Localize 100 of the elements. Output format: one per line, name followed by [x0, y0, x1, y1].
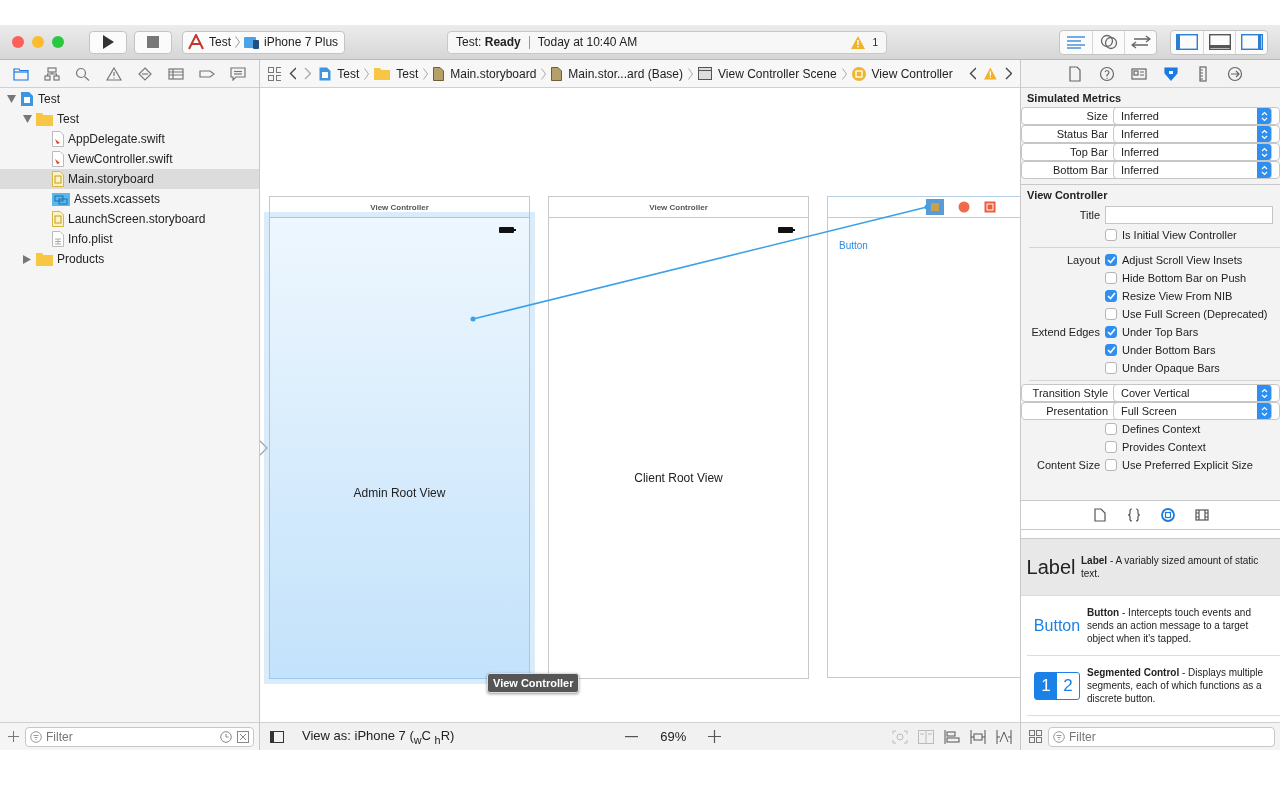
file-tree-item[interactable]: Products — [0, 249, 259, 269]
file-tree-item[interactable]: ViewController.swift — [0, 149, 259, 169]
field-label: Layout — [1066, 254, 1100, 266]
checkbox[interactable]: Under Opaque Bars — [1105, 362, 1220, 374]
zoom-out-icon[interactable] — [625, 735, 639, 738]
popup-button[interactable]: Inferred — [1113, 126, 1272, 142]
checkbox[interactable]: Is Initial View Controller — [1105, 229, 1237, 241]
exit-icon[interactable] — [984, 201, 996, 213]
pin-icon[interactable] — [970, 729, 986, 744]
text-field[interactable] — [1105, 206, 1273, 224]
file-icon — [1092, 508, 1107, 522]
play-icon — [101, 34, 115, 50]
close-button[interactable] — [12, 36, 24, 48]
disclosure-triangle-icon[interactable] — [6, 95, 16, 103]
segmented-control-preview: 1 2 — [1034, 671, 1080, 700]
navigator-tab[interactable] — [42, 64, 63, 83]
storyboard-file-icon — [52, 171, 64, 187]
popup-button[interactable]: Inferred — [1113, 108, 1272, 124]
next-issue-icon[interactable] — [1004, 67, 1012, 80]
stop-button[interactable] — [134, 30, 172, 54]
scene-icon — [698, 67, 713, 80]
library-tab[interactable] — [1192, 506, 1211, 524]
resolve-icon[interactable] — [996, 729, 1012, 744]
cube-icon[interactable] — [958, 201, 970, 213]
jump-bar-item[interactable]: View Controller — [851, 66, 953, 81]
library-description: Segmented Control - Displays multiple segments, each of which functions as a discrete button. — [1087, 666, 1265, 705]
popup-button[interactable]: Full Screen — [1113, 403, 1272, 419]
outline-toggle-icon[interactable] — [270, 730, 284, 743]
checkbox[interactable]: Adjust Scroll View Insets — [1105, 254, 1243, 266]
related-items-icon[interactable] — [268, 66, 281, 81]
filter-field[interactable]: Filter — [25, 726, 254, 747]
stepper-arrows-icon — [1260, 405, 1268, 417]
library-item[interactable]: Label Label - A variably sized amount of static text. — [1021, 538, 1280, 596]
scene[interactable]: View Controller Client Root View — [548, 196, 809, 679]
library-tab[interactable] — [1158, 506, 1177, 524]
project-icon — [319, 66, 332, 81]
checkbox[interactable]: Provides Context — [1105, 441, 1206, 453]
field-label: Title — [1079, 209, 1100, 221]
folder-icon — [36, 252, 53, 266]
disclosure-triangle-icon[interactable] — [23, 254, 31, 264]
field-label: Presentation — [1046, 405, 1108, 417]
checkbox[interactable]: Defines Context — [1105, 423, 1201, 435]
checkbox[interactable]: Under Bottom Bars — [1105, 344, 1216, 356]
file-tree-item[interactable]: AppDelegate.swift — [0, 129, 259, 149]
checkbox[interactable]: Use Full Screen (Deprecated) — [1105, 308, 1268, 320]
checkbox[interactable]: Resize View From NIB — [1105, 290, 1233, 302]
library-item[interactable]: Button Button - Intercepts touch events and sends an action message to a target object when it's tapped. — [1027, 596, 1280, 656]
view-controller-icon — [851, 66, 866, 81]
popup-button[interactable]: Inferred — [1113, 162, 1272, 178]
checkbox[interactable]: Under Top Bars — [1105, 326, 1199, 338]
forward-icon[interactable] — [304, 67, 312, 80]
view-as-label[interactable]: View as: iPhone 7 ($_{w}$C $_{h}$R) — [302, 727, 455, 746]
file-tree-item[interactable]: LaunchScreen.storyboard — [0, 209, 259, 229]
scene[interactable]: Button — [827, 196, 1020, 678]
checkbox[interactable]: Use Preferred Explicit Size — [1105, 459, 1253, 471]
file-tree-item[interactable]: Test — [0, 109, 259, 129]
align-icon[interactable] — [944, 729, 960, 744]
library-item[interactable]: 1 2 Segmented Control - Displays multiple segments, each of which functions as a discrete button. — [1027, 656, 1280, 716]
chevron-icon — [364, 67, 370, 80]
checkbox[interactable]: Hide Bottom Bar on Push — [1105, 272, 1247, 284]
navigator-tab[interactable] — [227, 64, 248, 83]
arrows-icon — [1130, 35, 1151, 49]
zoom-level[interactable]: 69% — [660, 729, 687, 744]
hierarchy-icon — [44, 66, 61, 81]
scheme-name: Test — [209, 35, 231, 49]
jump-bar-item[interactable]: Main.stor...ard (Base) — [551, 66, 684, 81]
run-button[interactable] — [89, 30, 127, 54]
storyboard-file-icon — [433, 66, 445, 81]
grid-view-icon[interactable] — [1029, 730, 1042, 743]
button[interactable]: Button — [839, 240, 868, 251]
add-icon[interactable] — [8, 731, 19, 742]
file-tree-item[interactable]: Assets.xcassets — [0, 189, 259, 209]
back-icon[interactable] — [288, 67, 296, 80]
filter-icon — [1053, 730, 1065, 743]
file-name: Info.plist — [68, 232, 113, 246]
file-tree-item[interactable]: Info.plist — [0, 229, 259, 249]
file-name: Test — [57, 112, 79, 126]
jump-bar-item[interactable]: View Controller Scene — [698, 66, 837, 81]
zoom-in-icon[interactable] — [708, 730, 722, 743]
popup-button[interactable]: Inferred — [1113, 144, 1272, 160]
file-tree-item[interactable]: Test — [0, 89, 259, 109]
stepper-arrows-icon — [1260, 128, 1268, 140]
warning-icon — [850, 35, 865, 49]
chevron-icon — [423, 67, 429, 80]
jump-bar-item[interactable]: Test — [319, 66, 360, 81]
scheme-selector[interactable]: Test iPhone 7 Plus — [182, 30, 346, 54]
chevron-icon — [688, 67, 694, 80]
scene[interactable]: View Controller Admin Root View — [269, 196, 530, 679]
stepper-arrows-icon — [1260, 387, 1268, 399]
filter-field[interactable]: Filter — [1048, 726, 1275, 747]
file-tree-item[interactable]: Main.storyboard — [0, 169, 259, 189]
popup-button[interactable]: Cover Vertical — [1113, 385, 1272, 401]
jump-bar-item[interactable]: Main.storyboard — [433, 66, 537, 81]
close-box-icon[interactable] — [237, 730, 249, 743]
disclosure-triangle-icon[interactable] — [22, 115, 32, 123]
panel-icon — [1240, 34, 1263, 50]
jump-bar-item[interactable]: Test — [374, 66, 419, 81]
clock-icon[interactable] — [220, 730, 232, 743]
previous-issue-icon[interactable] — [968, 67, 976, 80]
file-name: ViewController.swift — [68, 152, 173, 166]
